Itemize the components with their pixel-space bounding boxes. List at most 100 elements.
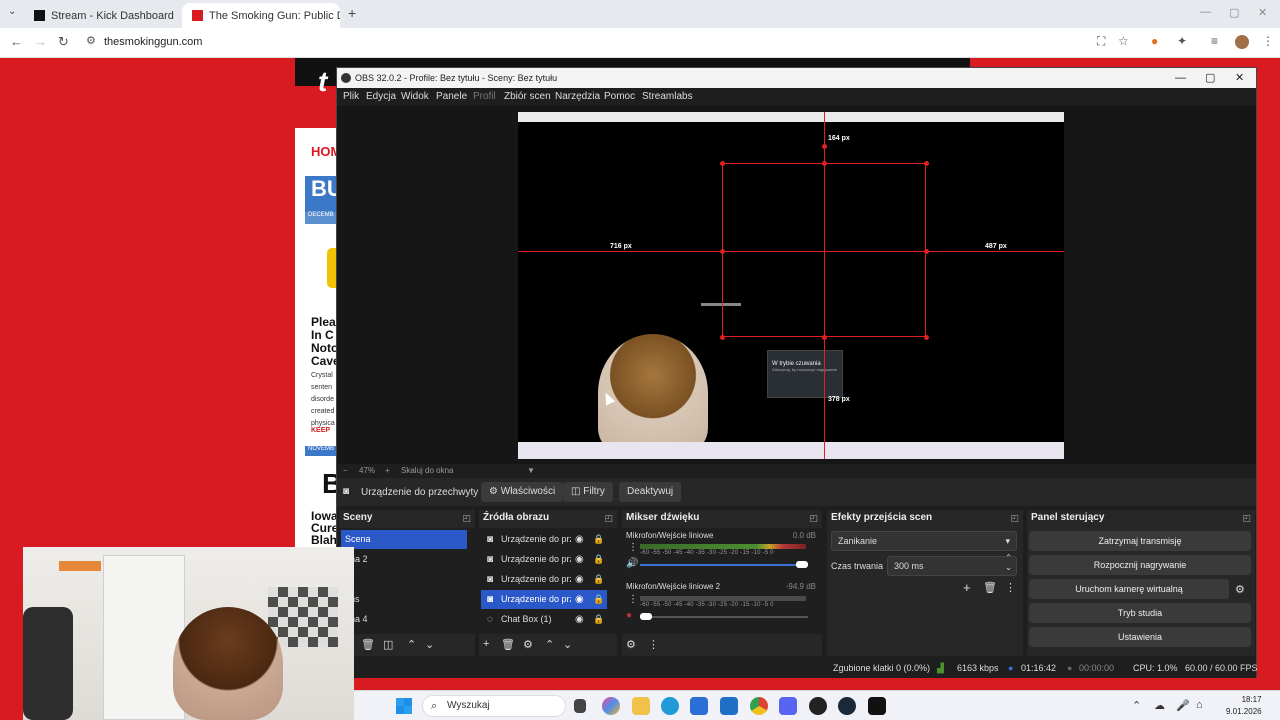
start-recording-button[interactable]: Rozpocznij nagrywanie [1029,555,1251,575]
site-info-icon[interactable]: ⚙ [86,34,96,47]
tab-close-icon[interactable]: ✕ [174,9,181,23]
webcam-preview-source[interactable] [598,334,708,452]
task-view-icon[interactable] [574,699,586,713]
source-item[interactable]: ◌ Chat Box (1) ◉ 🔒 [481,610,607,629]
zoom-out-icon[interactable]: − [343,466,348,475]
transition-select[interactable]: Zanikanie ▾ [831,531,1017,551]
resize-handle[interactable] [720,335,725,340]
site-keep-reading-link[interactable]: KEEP [311,427,330,434]
add-source-icon[interactable]: + [483,638,489,650]
stop-streaming-button[interactable]: Zatrzymaj transmisję [1029,531,1251,551]
chrome-icon[interactable] [750,697,768,715]
remove-transition-icon[interactable]: 🗑 [983,581,997,594]
resize-handle[interactable] [924,335,929,340]
copilot-icon[interactable] [602,697,620,715]
menu-streamlabs[interactable]: Streamlabs [642,91,693,102]
lock-icon[interactable]: 🔒 [593,550,604,569]
scene-item[interactable]: ena 2 [341,550,467,569]
move-up-icon[interactable]: ⌃ [545,638,554,651]
menu-narzedzia[interactable]: Narzędzia [555,91,600,102]
discord-icon[interactable] [779,697,797,715]
resize-handle[interactable] [822,144,827,149]
avatar[interactable] [1235,35,1249,49]
zoom-mode-dropdown[interactable]: Skaluj do okna [401,466,453,475]
scene-item[interactable]: Scena [341,530,467,549]
add-transition-icon[interactable]: + [963,580,971,595]
epic-games-icon[interactable] [868,697,886,715]
move-up-icon[interactable]: ⌃ [407,638,416,651]
headset-icon[interactable]: ⌂ [1196,699,1203,711]
resize-handle[interactable] [924,161,929,166]
advanced-audio-icon[interactable]: ⚙ [626,638,636,651]
site-logo[interactable]: t [318,66,327,98]
lock-icon[interactable]: 🔒 [593,570,604,589]
source-item[interactable]: ◙ Urządzenie do prz ◉ 🔒 [481,570,607,589]
edge-icon[interactable] [661,697,679,715]
close-window-icon[interactable]: ✕ [1258,6,1267,19]
start-virtual-camera-button[interactable]: Uruchom kamerę wirtualną [1029,579,1229,599]
undock-icon[interactable]: ◰ [809,510,818,526]
obs-minimize-icon[interactable]: — [1175,68,1186,88]
undock-icon[interactable]: ◰ [462,510,471,526]
filters-button[interactable]: ◫ Filtry [563,482,613,502]
menu-zbior-scen[interactable]: Zbiór scen [504,91,551,102]
menu-edycja[interactable]: Edycja [366,91,396,102]
back-icon[interactable]: ← [10,34,23,49]
muted-speaker-icon[interactable]: ● [626,610,632,621]
source-item[interactable]: ◙ Urządzenie do prz ◉ 🔒 [481,590,607,609]
taskbar-clock[interactable]: 18:17 9.01.2026 [1226,694,1262,718]
start-button[interactable] [396,698,412,714]
forward-icon[interactable]: → [34,34,47,49]
channel-menu-icon[interactable]: ⋮ [628,594,638,605]
studio-mode-button[interactable]: Tryb studia [1029,603,1251,623]
preview-area[interactable]: W trybie czuwania Zatrzymaj, by rozpoczą… [337,106,1256,464]
volume-slider[interactable] [640,564,808,566]
visibility-eye-icon[interactable]: ◉ [575,530,584,549]
steam-icon[interactable] [838,697,856,715]
preview-canvas[interactable]: W trybie czuwania Zatrzymaj, by rozpoczą… [518,112,1064,459]
scene-item[interactable]: m [341,570,467,589]
store-icon[interactable] [690,697,708,715]
new-tab-icon[interactable]: + [348,5,356,21]
file-explorer-icon[interactable] [632,697,650,715]
obs-maximize-icon[interactable]: ▢ [1205,68,1215,88]
properties-button[interactable]: ⚙ Właściwości [481,482,564,502]
menu-widok[interactable]: Widok [401,91,429,102]
resize-handle[interactable] [822,335,827,340]
more-menu-icon[interactable]: ⋮ [1262,34,1274,48]
mic-icon[interactable]: 🎤 [1176,699,1190,712]
speaker-icon[interactable]: 🔊 [626,558,638,569]
undock-icon[interactable]: ◰ [604,510,613,526]
mixer-menu-icon[interactable]: ⋮ [648,638,659,651]
undock-icon[interactable]: ◰ [1242,510,1251,526]
visibility-eye-icon[interactable]: ◉ [575,610,584,629]
obs-close-icon[interactable]: ✕ [1235,68,1244,88]
obs-icon[interactable] [809,697,827,715]
tray-chevron-icon[interactable]: ⌃ [1132,699,1141,712]
resize-handle[interactable] [720,161,725,166]
volume-slider[interactable] [640,616,808,618]
site-feature-box[interactable]: BU [305,176,343,212]
scene-item[interactable]: ens [341,590,467,609]
tab-kick-dashboard[interactable]: Stream - Kick Dashboard ✕ [24,3,180,28]
zoom-in-icon[interactable]: + [385,466,390,475]
tab-list-icon[interactable]: ⌄ [8,6,16,17]
virtual-camera-settings-icon[interactable]: ⚙ [1235,583,1245,596]
resize-handle[interactable] [822,161,827,166]
zoom-dropdown-arrow-icon[interactable]: ▼ [527,466,535,475]
resize-handle[interactable] [720,249,725,254]
visibility-eye-icon[interactable]: ◉ [575,550,584,569]
scene-item[interactable]: ena 4 [341,610,467,629]
outlook-icon[interactable] [720,697,738,715]
lock-icon[interactable]: 🔒 [593,590,604,609]
cloud-icon[interactable]: ☁ [1154,699,1165,712]
source-item[interactable]: ◙ Urządzenie do prz ◉ 🔒 [481,530,607,549]
menu-profil[interactable]: Profil [473,91,496,102]
reload-icon[interactable]: ↻ [58,34,69,50]
menu-pomoc[interactable]: Pomoc [604,91,635,102]
volume-slider-knob[interactable] [640,613,652,620]
site-headline-2[interactable]: Iowa Cure Blah [311,510,338,546]
resize-handle[interactable] [924,249,929,254]
lock-icon[interactable]: 🔒 [593,530,604,549]
puzzle-icon[interactable]: ✦ [1177,34,1187,48]
